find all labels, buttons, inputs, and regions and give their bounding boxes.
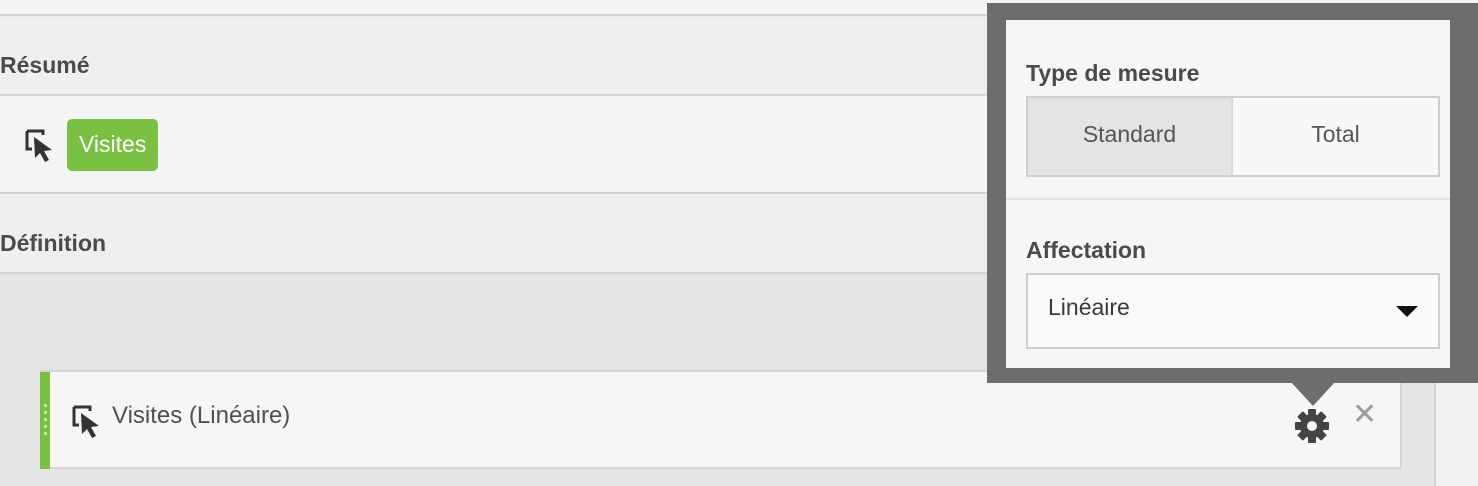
- drag-handle[interactable]: [40, 372, 50, 469]
- metric-settings-popover: Type de mesure Standard Total Affectatio…: [987, 3, 1478, 383]
- popover-panel: Type de mesure Standard Total Affectatio…: [1006, 20, 1450, 368]
- gear-icon[interactable]: [1294, 408, 1330, 449]
- popover-divider: [1006, 198, 1450, 200]
- allocation-dropdown[interactable]: Linéaire: [1026, 273, 1440, 349]
- close-icon[interactable]: ✕: [1352, 400, 1377, 430]
- metric-row[interactable]: Visites (Linéaire) ✕: [40, 370, 1402, 469]
- visits-badge[interactable]: Visites: [67, 119, 159, 171]
- definition-heading: Définition: [0, 230, 107, 256]
- allocation-value: Linéaire: [1048, 294, 1130, 320]
- metric-label: Visites (Linéaire): [112, 402, 291, 429]
- caret-down-icon: [1396, 306, 1418, 317]
- metric-type-label: Type de mesure: [1026, 60, 1200, 86]
- cursor-icon: [71, 404, 103, 440]
- cursor-icon: [24, 128, 56, 164]
- allocation-label: Affectation: [1026, 237, 1147, 263]
- popover-arrow: [1291, 382, 1335, 406]
- summary-heading: Résumé: [0, 52, 90, 78]
- segment-standard[interactable]: Standard: [1026, 96, 1233, 177]
- segment-total[interactable]: Total: [1231, 96, 1440, 177]
